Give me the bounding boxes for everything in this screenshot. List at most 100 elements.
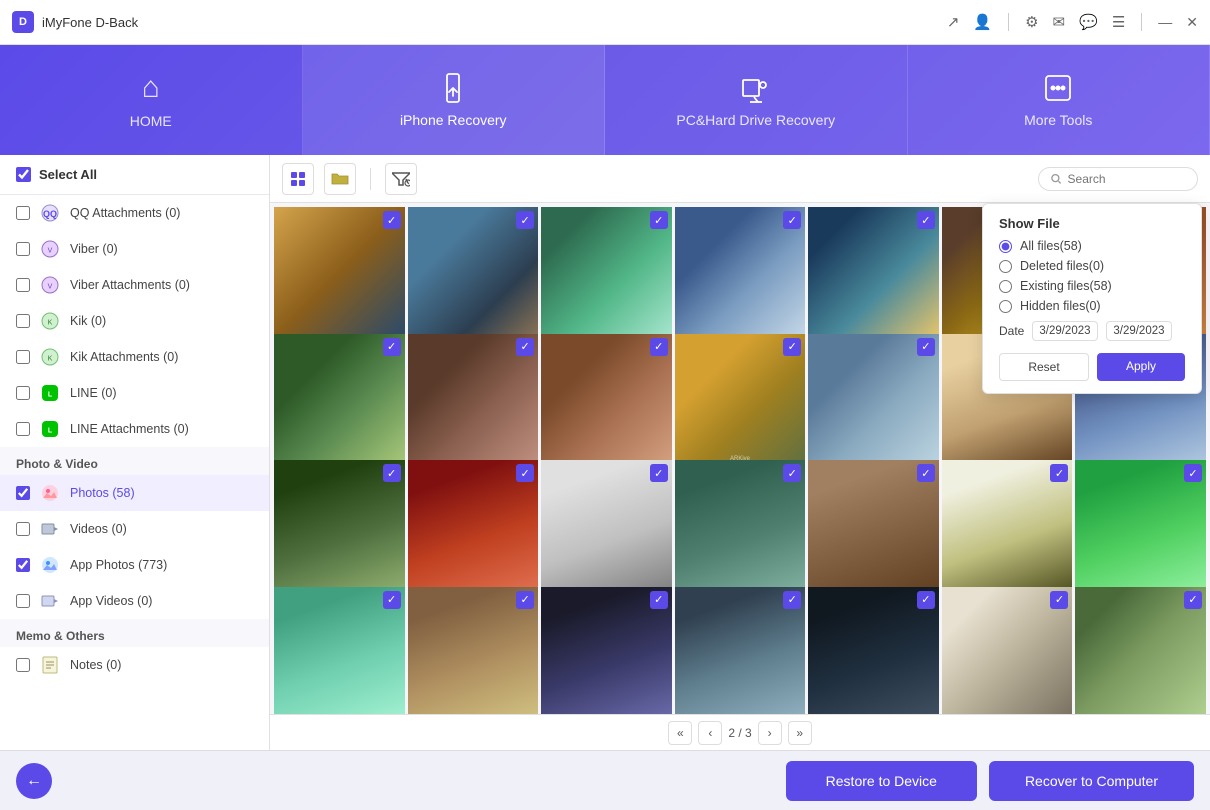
share-icon[interactable]: ↗	[947, 13, 960, 31]
sidebar-item-app-videos[interactable]: App Videos (0)	[0, 583, 269, 619]
sidebar-item-line-attachments[interactable]: L LINE Attachments (0)	[0, 411, 269, 447]
photo-cell[interactable]: ✓	[808, 460, 939, 591]
photo-cell[interactable]: ✓	[274, 334, 405, 465]
sidebar-item-notes[interactable]: Notes (0)	[0, 647, 269, 683]
search-input[interactable]	[1068, 172, 1185, 186]
photo-cell[interactable]: ✓	[942, 587, 1073, 715]
photo-cell[interactable]: ✓	[408, 460, 539, 591]
last-page-button[interactable]: »	[788, 721, 812, 745]
photo-check[interactable]: ✓	[650, 211, 668, 229]
first-page-button[interactable]: «	[668, 721, 692, 745]
restore-to-device-button[interactable]: Restore to Device	[786, 761, 977, 801]
photo-check[interactable]: ✓	[516, 464, 534, 482]
qq-attachments-checkbox[interactable]	[16, 206, 30, 220]
gear-icon[interactable]: ⚙	[1025, 13, 1038, 31]
photo-check[interactable]: ✓	[383, 591, 401, 609]
menu-icon[interactable]: ☰	[1112, 13, 1125, 31]
date-to-select[interactable]: 3/29/2023	[1106, 321, 1172, 341]
photo-cell[interactable]: ✓	[541, 334, 672, 465]
photo-cell[interactable]: ✓	[808, 334, 939, 465]
line-att-checkbox[interactable]	[16, 422, 30, 436]
photo-check[interactable]: ✓	[1184, 591, 1202, 609]
close-button[interactable]: ✕	[1186, 14, 1198, 31]
photo-check[interactable]: ✓	[783, 338, 801, 356]
nav-home[interactable]: ⌂ HOME	[0, 45, 303, 155]
photo-check[interactable]: ✓	[516, 211, 534, 229]
photo-check[interactable]: ✓	[650, 591, 668, 609]
photo-check[interactable]: ✓	[1184, 464, 1202, 482]
filter-hidden-files[interactable]: Hidden files(0)	[999, 299, 1185, 313]
filter-reset-button[interactable]: Reset	[999, 353, 1089, 381]
photo-cell[interactable]: ✓	[408, 334, 539, 465]
account-icon[interactable]: 👤	[973, 13, 992, 31]
photo-cell[interactable]: ✓ ARKive	[675, 334, 806, 465]
date-from-select[interactable]: 3/29/2023	[1032, 321, 1098, 341]
search-box[interactable]	[1038, 167, 1198, 191]
nav-iphone-recovery[interactable]: iPhone Recovery	[303, 45, 606, 155]
filter-all-radio[interactable]	[999, 240, 1012, 253]
kik-checkbox[interactable]	[16, 314, 30, 328]
photo-check[interactable]: ✓	[650, 338, 668, 356]
photo-cell[interactable]: ✓	[274, 207, 405, 338]
filter-apply-button[interactable]: Apply	[1097, 353, 1185, 381]
photo-check[interactable]: ✓	[917, 591, 935, 609]
photo-check[interactable]: ✓	[383, 338, 401, 356]
nav-more-tools[interactable]: More Tools	[908, 45, 1210, 155]
photo-check[interactable]: ✓	[917, 211, 935, 229]
chat-icon[interactable]: 💬	[1079, 13, 1098, 31]
viber-checkbox[interactable]	[16, 242, 30, 256]
mail-icon[interactable]: ✉	[1053, 13, 1066, 31]
photo-cell[interactable]: ✓	[675, 460, 806, 591]
filter-deleted-files[interactable]: Deleted files(0)	[999, 259, 1185, 273]
grid-view-button[interactable]	[282, 163, 314, 195]
sidebar-item-qq-attachments[interactable]: QQ QQ Attachments (0)	[0, 195, 269, 231]
videos-checkbox[interactable]	[16, 522, 30, 536]
photo-cell[interactable]: ✓	[675, 207, 806, 338]
kik-att-checkbox[interactable]	[16, 350, 30, 364]
photo-cell[interactable]: ✓	[541, 587, 672, 715]
photo-cell[interactable]: ✓	[541, 460, 672, 591]
sidebar-item-kik-attachments[interactable]: K Kik Attachments (0)	[0, 339, 269, 375]
photos-checkbox[interactable]	[16, 486, 30, 500]
sidebar-item-photos[interactable]: Photos (58)	[0, 475, 269, 511]
sidebar-item-line[interactable]: L LINE (0)	[0, 375, 269, 411]
photo-cell[interactable]: ✓	[942, 460, 1073, 591]
notes-checkbox[interactable]	[16, 658, 30, 672]
photo-cell[interactable]: ✓	[1075, 587, 1206, 715]
line-checkbox[interactable]	[16, 386, 30, 400]
photo-cell[interactable]: ✓	[808, 587, 939, 715]
filter-existing-radio[interactable]	[999, 280, 1012, 293]
photo-check[interactable]: ✓	[650, 464, 668, 482]
sidebar-item-app-photos[interactable]: App Photos (773)	[0, 547, 269, 583]
folder-button[interactable]	[324, 163, 356, 195]
next-page-button[interactable]: ›	[758, 721, 782, 745]
nav-pc-recovery[interactable]: PC&Hard Drive Recovery	[605, 45, 908, 155]
photo-check[interactable]: ✓	[783, 211, 801, 229]
back-button[interactable]: ←	[16, 763, 52, 799]
photo-check[interactable]: ✓	[783, 591, 801, 609]
sidebar-item-viber[interactable]: V Viber (0)	[0, 231, 269, 267]
filter-existing-files[interactable]: Existing files(58)	[999, 279, 1185, 293]
photo-cell[interactable]: ✓	[274, 587, 405, 715]
filter-hidden-radio[interactable]	[999, 300, 1012, 313]
photo-cell[interactable]: ✓	[541, 207, 672, 338]
select-all-checkbox[interactable]	[16, 167, 31, 182]
photo-check[interactable]: ✓	[516, 338, 534, 356]
photo-check[interactable]: ✓	[1050, 464, 1068, 482]
sidebar-item-viber-attachments[interactable]: V Viber Attachments (0)	[0, 267, 269, 303]
filter-all-files[interactable]: All files(58)	[999, 239, 1185, 253]
photo-check[interactable]: ✓	[383, 464, 401, 482]
photo-check[interactable]: ✓	[1050, 591, 1068, 609]
prev-page-button[interactable]: ‹	[698, 721, 722, 745]
photo-check[interactable]: ✓	[783, 464, 801, 482]
photo-check[interactable]: ✓	[383, 211, 401, 229]
photo-cell[interactable]: ✓	[675, 587, 806, 715]
minimize-button[interactable]: ―	[1158, 14, 1172, 30]
app-photos-checkbox[interactable]	[16, 558, 30, 572]
photo-check[interactable]: ✓	[917, 464, 935, 482]
photo-cell[interactable]: ✓	[408, 207, 539, 338]
viber-attachments-checkbox[interactable]	[16, 278, 30, 292]
photo-cell[interactable]: ✓	[1075, 460, 1206, 591]
photo-check[interactable]: ✓	[516, 591, 534, 609]
sidebar-item-videos[interactable]: Videos (0)	[0, 511, 269, 547]
